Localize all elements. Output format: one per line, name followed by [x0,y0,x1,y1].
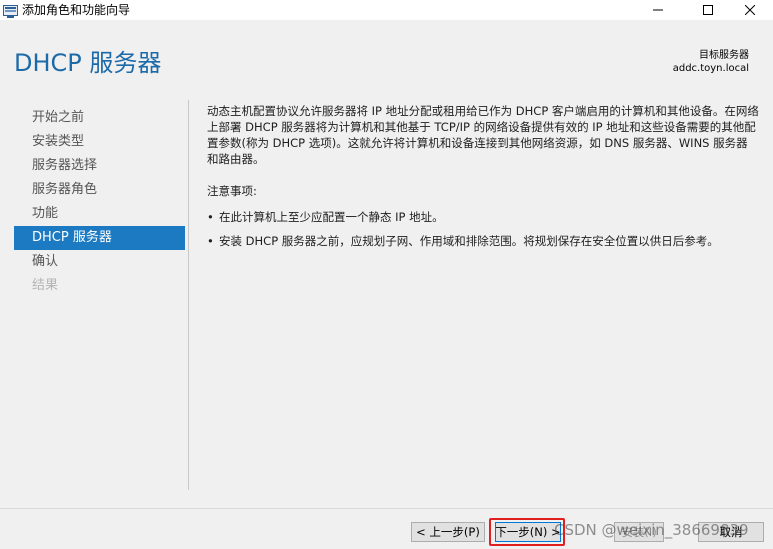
previous-button[interactable]: < 上一步(P) [411,522,485,542]
close-icon [745,5,755,15]
window-title: 添加角色和功能向导 [22,3,131,17]
note-text: 安装 DHCP 服务器之前，应规划子网、作用域和排除范围。将规划保存在安全位置以… [219,234,719,248]
list-item: • 在此计算机上至少应配置一个静态 IP 地址。 [207,209,759,225]
page-title: DHCP 服务器 [14,49,162,77]
list-item: • 安装 DHCP 服务器之前，应规划子网、作用域和排除范围。将规划保存在安全位… [207,233,759,249]
nav-item-installation-type[interactable]: 安装类型 [14,130,185,154]
nav-item-results: 结果 [32,278,59,293]
wizard-footer: < 上一步(P) 下一步(N) > 安装(I) 取消 [0,508,773,549]
target-server-label: 目标服务器 [699,50,749,61]
next-button[interactable]: 下一步(N) > [495,522,561,542]
minimize-icon [653,5,663,15]
wizard-content: 开始之前 安装类型 服务器选择 服务器角色 功能 DHCP 服务器 确认 结果 … [0,90,773,508]
server-manager-icon [3,3,18,18]
wizard-nav: 开始之前 安装类型 服务器选择 服务器角色 功能 DHCP 服务器 确认 结果 [14,106,185,298]
notes-heading: 注意事项: [207,184,257,198]
title-bar: 添加角色和功能向导 [0,0,773,20]
bullet-icon: • [207,210,214,224]
notes-list: • 在此计算机上至少应配置一个静态 IP 地址。 • 安装 DHCP 服务器之前… [207,209,759,249]
target-server-value: addc.toyn.local [672,63,749,74]
nav-item-before-you-begin[interactable]: 开始之前 [14,106,185,130]
cancel-button[interactable]: 取消 [698,522,764,542]
wizard-header: DHCP 服务器 目标服务器 addc.toyn.local [0,20,773,90]
note-text: 在此计算机上至少应配置一个静态 IP 地址。 [219,210,444,224]
bullet-icon: • [207,234,214,248]
nav-item-features[interactable]: 功能 [14,202,185,226]
main-panel: 动态主机配置协议允许服务器将 IP 地址分配或租用给已作为 DHCP 客户端启用… [207,103,759,257]
nav-divider [188,100,189,490]
nav-item-server-roles[interactable]: 服务器角色 [14,178,185,202]
maximize-button[interactable] [685,0,731,20]
nav-item-dhcp-server[interactable]: DHCP 服务器 [14,226,185,250]
nav-item-confirmation[interactable]: 确认 [14,250,185,274]
nav-item-server-selection[interactable]: 服务器选择 [14,154,185,178]
dhcp-description: 动态主机配置协议允许服务器将 IP 地址分配或租用给已作为 DHCP 客户端启用… [207,104,759,166]
install-button: 安装(I) [614,522,664,542]
close-button[interactable] [727,0,773,20]
maximize-icon [703,5,713,15]
minimize-button[interactable] [635,0,681,20]
